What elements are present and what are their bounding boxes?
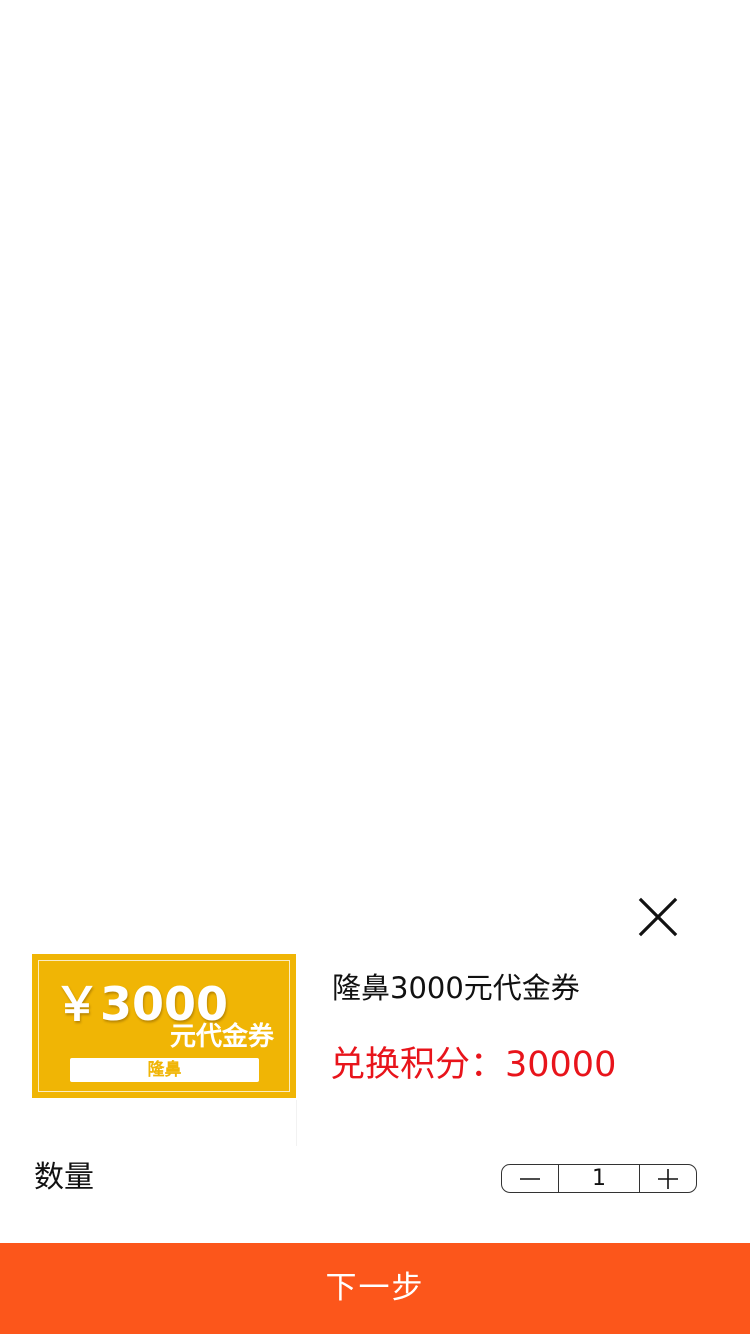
minus-icon [520, 1177, 540, 1180]
voucher-tag: 隆鼻 [70, 1058, 259, 1082]
product-title: 隆鼻3000元代金券 [332, 971, 580, 1005]
modal-backdrop[interactable] [0, 0, 750, 878]
quantity-value[interactable]: 1 [558, 1165, 640, 1192]
divider [296, 1100, 297, 1146]
decrement-button[interactable] [502, 1165, 558, 1192]
voucher-subtitle: 元代金券 [169, 1022, 274, 1052]
increment-button[interactable] [640, 1165, 696, 1192]
points-price: 兑换积分：30000 [330, 1045, 617, 1085]
voucher-thumbnail: ￥3000 元代金券 隆鼻 [32, 954, 296, 1098]
quantity-label: 数量 [34, 1160, 94, 1195]
close-icon [638, 897, 678, 937]
close-button[interactable] [634, 893, 682, 941]
next-step-button[interactable]: 下一步 [0, 1243, 750, 1334]
quantity-stepper: 1 [501, 1164, 697, 1193]
plus-icon [658, 1168, 678, 1189]
